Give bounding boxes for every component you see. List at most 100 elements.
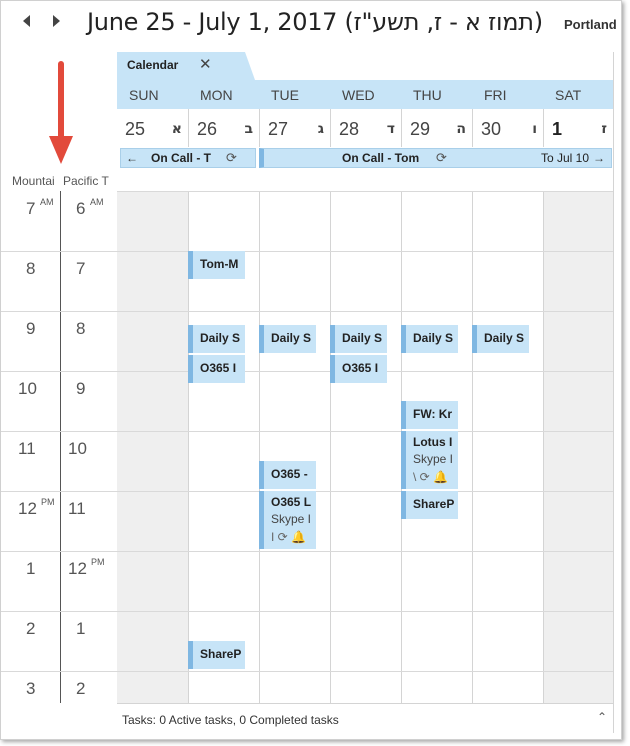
appointment-subject: FW: Kr — [413, 407, 453, 421]
appointment-subject: Daily S — [271, 331, 312, 345]
annotation-arrow-head — [49, 136, 73, 164]
hour-divider — [1, 431, 117, 432]
day-column-sat[interactable] — [543, 191, 613, 703]
appointment-subject: O365 - — [271, 467, 308, 481]
appointment-sharepoint-mon[interactable]: ShareP — [188, 641, 245, 669]
timezone-label-pacific: Pacific T — [63, 174, 109, 188]
appointment-o365-mon[interactable]: O365 I — [188, 355, 245, 383]
tasks-summary: Tasks: 0 Active tasks, 0 Completed tasks — [122, 713, 339, 727]
all-day-event-on-call-prev[interactable]: ← On Call - T ⟳ — [120, 148, 256, 168]
hour-line — [117, 491, 613, 492]
recurrence-icon: ⟳ — [436, 150, 447, 165]
date-cell-sat[interactable]: 1 ז — [543, 109, 613, 147]
date-number: 30 — [481, 119, 502, 139]
appointment-daily-standup-tue[interactable]: Daily S — [259, 325, 316, 353]
tab-corner — [245, 52, 255, 80]
day-column-wed[interactable] — [330, 191, 401, 703]
day-name-sat: SAT — [555, 87, 582, 103]
hour-line — [117, 551, 613, 552]
ampm-label: AM — [90, 197, 104, 207]
timezone-label-mountain: Mountai — [12, 174, 55, 188]
hebrew-date: ה — [456, 121, 466, 137]
arrow-left-icon: ← — [126, 151, 138, 165]
date-cell-sun[interactable]: 25 א — [117, 109, 188, 147]
appointment-subject: Daily S — [200, 331, 241, 345]
date-number: 1 — [552, 119, 563, 139]
all-day-event-on-call[interactable]: On Call - Tom ⟳ To Jul 10 → — [259, 148, 612, 168]
hour-divider — [1, 311, 117, 312]
next-week-button[interactable] — [53, 15, 60, 27]
calendar-tab[interactable]: Calendar ✕ — [117, 52, 245, 80]
hour-divider — [1, 611, 117, 612]
ampm-label: AM — [40, 197, 54, 207]
hebrew-date: ו — [532, 121, 537, 137]
appointment-subject: Daily S — [413, 331, 454, 345]
appointment-tom-m[interactable]: Tom-M — [188, 251, 245, 279]
day-name-sun: SUN — [129, 87, 159, 103]
day-name-fri: FRI — [484, 87, 507, 103]
hour-label: 10 — [68, 439, 87, 458]
appointment-o365-tue-a[interactable]: O365 - — [259, 461, 316, 489]
appointment-fw-kr[interactable]: FW: Kr — [401, 401, 458, 429]
day-column-tue[interactable] — [259, 191, 330, 703]
date-number: 29 — [410, 119, 431, 139]
appointment-lotus[interactable]: Lotus I Skype I \ ⟳ 🔔 — [401, 431, 458, 489]
annotation-arrow-shaft — [58, 61, 64, 141]
appointment-subject: Lotus I — [413, 435, 453, 449]
close-icon[interactable]: ✕ — [199, 55, 212, 73]
appointment-sharepoint-thu[interactable]: ShareP — [401, 491, 458, 519]
hour-label: 9 — [26, 319, 36, 338]
calendar-tab-label: Calendar — [127, 58, 179, 72]
hour-label: 7 — [26, 199, 36, 218]
all-day-event-label: On Call - Tom — [342, 151, 420, 165]
date-cell-wed[interactable]: 28 ד — [330, 109, 401, 147]
appointment-subject: Daily S — [484, 331, 525, 345]
all-day-event-label: On Call - T — [151, 151, 211, 165]
recurrence-reminder-icon: I ⟳ 🔔 — [271, 530, 306, 544]
timezone-divider — [60, 191, 61, 703]
hour-label: 8 — [26, 259, 36, 278]
date-range-title: June 25 - July 1, 2017 (תמוז א - ז, תשע"… — [87, 8, 543, 36]
hour-line — [117, 611, 613, 612]
day-name-tue: TUE — [271, 87, 299, 103]
week-grid: Tom-M Daily S O365 I ShareP Daily S O365… — [117, 191, 613, 703]
date-number: 28 — [339, 119, 360, 139]
day-column-sun[interactable] — [117, 191, 188, 703]
right-edge — [613, 52, 614, 733]
appointment-daily-standup-thu[interactable]: Daily S — [401, 325, 458, 353]
appointment-daily-standup-wed[interactable]: Daily S — [330, 325, 387, 353]
hour-label: 2 — [76, 679, 86, 698]
appointment-subject: O365 L — [271, 495, 312, 509]
day-name-wed: WED — [342, 87, 375, 103]
day-header-row: SUN MON TUE WED THU FRI SAT — [117, 80, 613, 109]
hour-label: 11 — [68, 499, 86, 518]
previous-week-button[interactable] — [23, 15, 30, 27]
hour-line — [117, 671, 613, 672]
day-column-fri[interactable] — [472, 191, 543, 703]
appointment-location: Skype I — [413, 452, 454, 466]
appointment-subject: ShareP — [413, 497, 455, 511]
appointment-subject: Daily S — [342, 331, 383, 345]
appointment-daily-standup-fri[interactable]: Daily S — [472, 325, 529, 353]
date-number: 27 — [268, 119, 289, 139]
hebrew-date: ז — [601, 121, 607, 137]
date-cell-mon[interactable]: 26 ב — [188, 109, 259, 147]
hour-label: 9 — [76, 379, 86, 398]
appointment-o365-wed[interactable]: O365 I — [330, 355, 387, 383]
hour-line — [117, 191, 613, 192]
date-cell-thu[interactable]: 29 ה — [401, 109, 472, 147]
recurrence-reminder-icon: \ ⟳ 🔔 — [413, 470, 448, 484]
date-cell-tue[interactable]: 27 ג — [259, 109, 330, 147]
date-cell-fri[interactable]: 30 ו — [472, 109, 543, 147]
date-number: 26 — [197, 119, 218, 139]
chevron-up-icon[interactable]: ⌃ — [597, 710, 607, 724]
hour-divider — [1, 371, 117, 372]
hour-divider — [1, 491, 117, 492]
weather-location[interactable]: Portland — [564, 17, 617, 32]
hebrew-date: ג — [317, 121, 324, 137]
appointment-daily-standup-mon[interactable]: Daily S — [188, 325, 245, 353]
hour-label: 7 — [76, 259, 86, 278]
hebrew-date: א — [171, 121, 182, 137]
appointment-o365-tue-b[interactable]: O365 L Skype I I ⟳ 🔔 — [259, 491, 316, 549]
arrow-right-icon: → — [593, 151, 605, 165]
